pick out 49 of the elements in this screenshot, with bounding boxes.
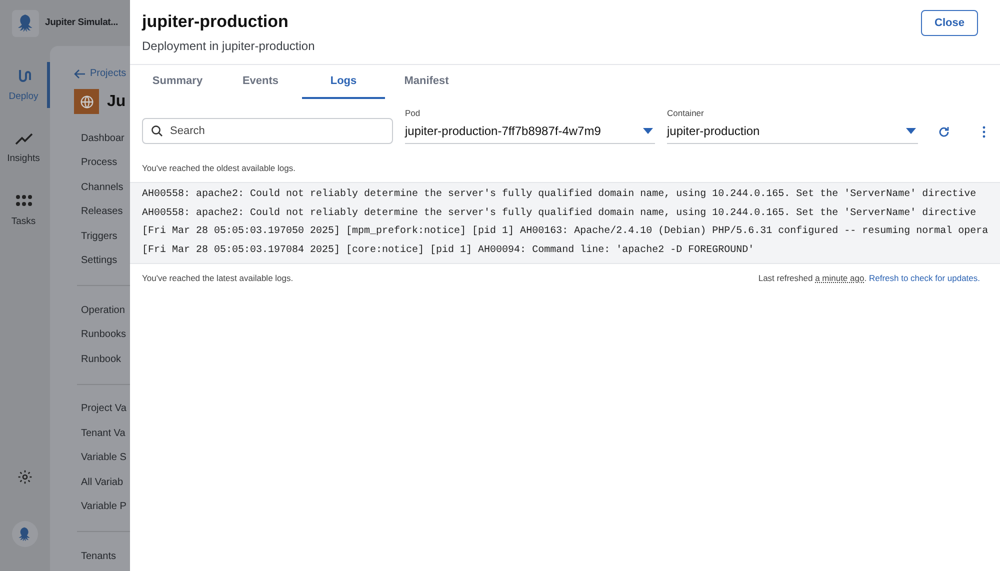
nav-item[interactable]: Dashboar bbox=[81, 126, 130, 150]
more-options-icon[interactable] bbox=[982, 126, 986, 138]
nav-item[interactable]: Releases bbox=[81, 200, 130, 224]
refresh-status: Last refreshed a minute ago. Refresh to check for updates. bbox=[758, 272, 980, 284]
nav-item[interactable]: Runbooks bbox=[81, 322, 130, 347]
select-field[interactable]: jupiter-production bbox=[667, 120, 918, 144]
refresh-icon[interactable] bbox=[938, 126, 950, 138]
project-title: Ju bbox=[107, 92, 126, 112]
nav-item[interactable]: Tenants bbox=[81, 544, 130, 568]
refresh-link[interactable]: Refresh to check for updates. bbox=[868, 272, 980, 282]
tab[interactable]: Events bbox=[219, 65, 302, 99]
nav-item[interactable]: Process bbox=[81, 150, 130, 175]
rail-item[interactable]: Tasks bbox=[0, 186, 50, 233]
caret-icon bbox=[906, 127, 916, 136]
caret-icon bbox=[643, 127, 653, 136]
tab[interactable]: Manifest bbox=[385, 65, 468, 99]
nav-item[interactable]: Project Va bbox=[81, 396, 130, 421]
app-logo[interactable] bbox=[12, 10, 39, 36]
nav-item[interactable]: Settings bbox=[81, 248, 130, 273]
tab[interactable]: Logs bbox=[302, 65, 385, 99]
drawer-title: jupiter-production bbox=[142, 12, 290, 32]
nav-item[interactable]: Operation bbox=[81, 298, 130, 322]
arrow-left-icon bbox=[74, 68, 86, 80]
globe-icon bbox=[80, 94, 94, 108]
log-line: [Fri Mar 28 05:05:03.197084 2025] [core:notice] [pid 1] AH00094: Command line: 'apache2 -D FOREGROUND' bbox=[141, 244, 756, 258]
nav-item[interactable]: Runbook bbox=[81, 347, 130, 372]
select-label: Container bbox=[667, 107, 705, 120]
nav-item[interactable]: Channels bbox=[81, 175, 130, 200]
nav-item[interactable]: All Variab bbox=[81, 470, 130, 494]
close-button[interactable]: Close bbox=[921, 10, 978, 36]
tab[interactable]: Summary bbox=[136, 65, 219, 99]
drawer-subtitle: Deployment in jupiter-production bbox=[142, 38, 315, 55]
nav-item[interactable]: Triggers bbox=[81, 224, 130, 248]
nav-item[interactable]: Variable S bbox=[81, 446, 130, 470]
nav-item[interactable]: Variable P bbox=[81, 494, 130, 519]
latest-notice: You've reached the latest available logs. bbox=[142, 272, 294, 284]
select-field[interactable]: jupiter-production-7ff7b8987f-4w7m9 bbox=[405, 120, 655, 144]
log-line: AH00558: apache2: Could not reliably determine the server's fully qualified domain name, using 10.244.0.165. Set the 'ServerName' directive bbox=[141, 206, 978, 221]
search-field[interactable]: Search bbox=[142, 118, 393, 144]
log-line: [Fri Mar 28 05:05:03.197050 2025] [mpm_prefork:notice] [pid 1] AH00163: Apache/2.4.10 (Debian) PHP/5.6.31 configured -- resuming normal opera bbox=[141, 224, 990, 240]
space-name[interactable]: Jupiter Simulat... bbox=[45, 16, 118, 30]
select-label: Pod bbox=[405, 107, 422, 120]
oldest-notice: You've reached the oldest available logs. bbox=[141, 162, 296, 174]
nav-item[interactable]: Tenant Va bbox=[81, 421, 130, 446]
search-icon bbox=[151, 124, 163, 137]
log-line: AH00558: apache2: Could not reliably determine the server's fully qualified domain name, using 10.244.0.165. Set the 'ServerName' directive bbox=[141, 188, 978, 202]
back-link[interactable]: Projects bbox=[74, 66, 130, 81]
settings-icon[interactable] bbox=[17, 469, 33, 485]
rail-item[interactable]: Insights bbox=[0, 124, 50, 170]
